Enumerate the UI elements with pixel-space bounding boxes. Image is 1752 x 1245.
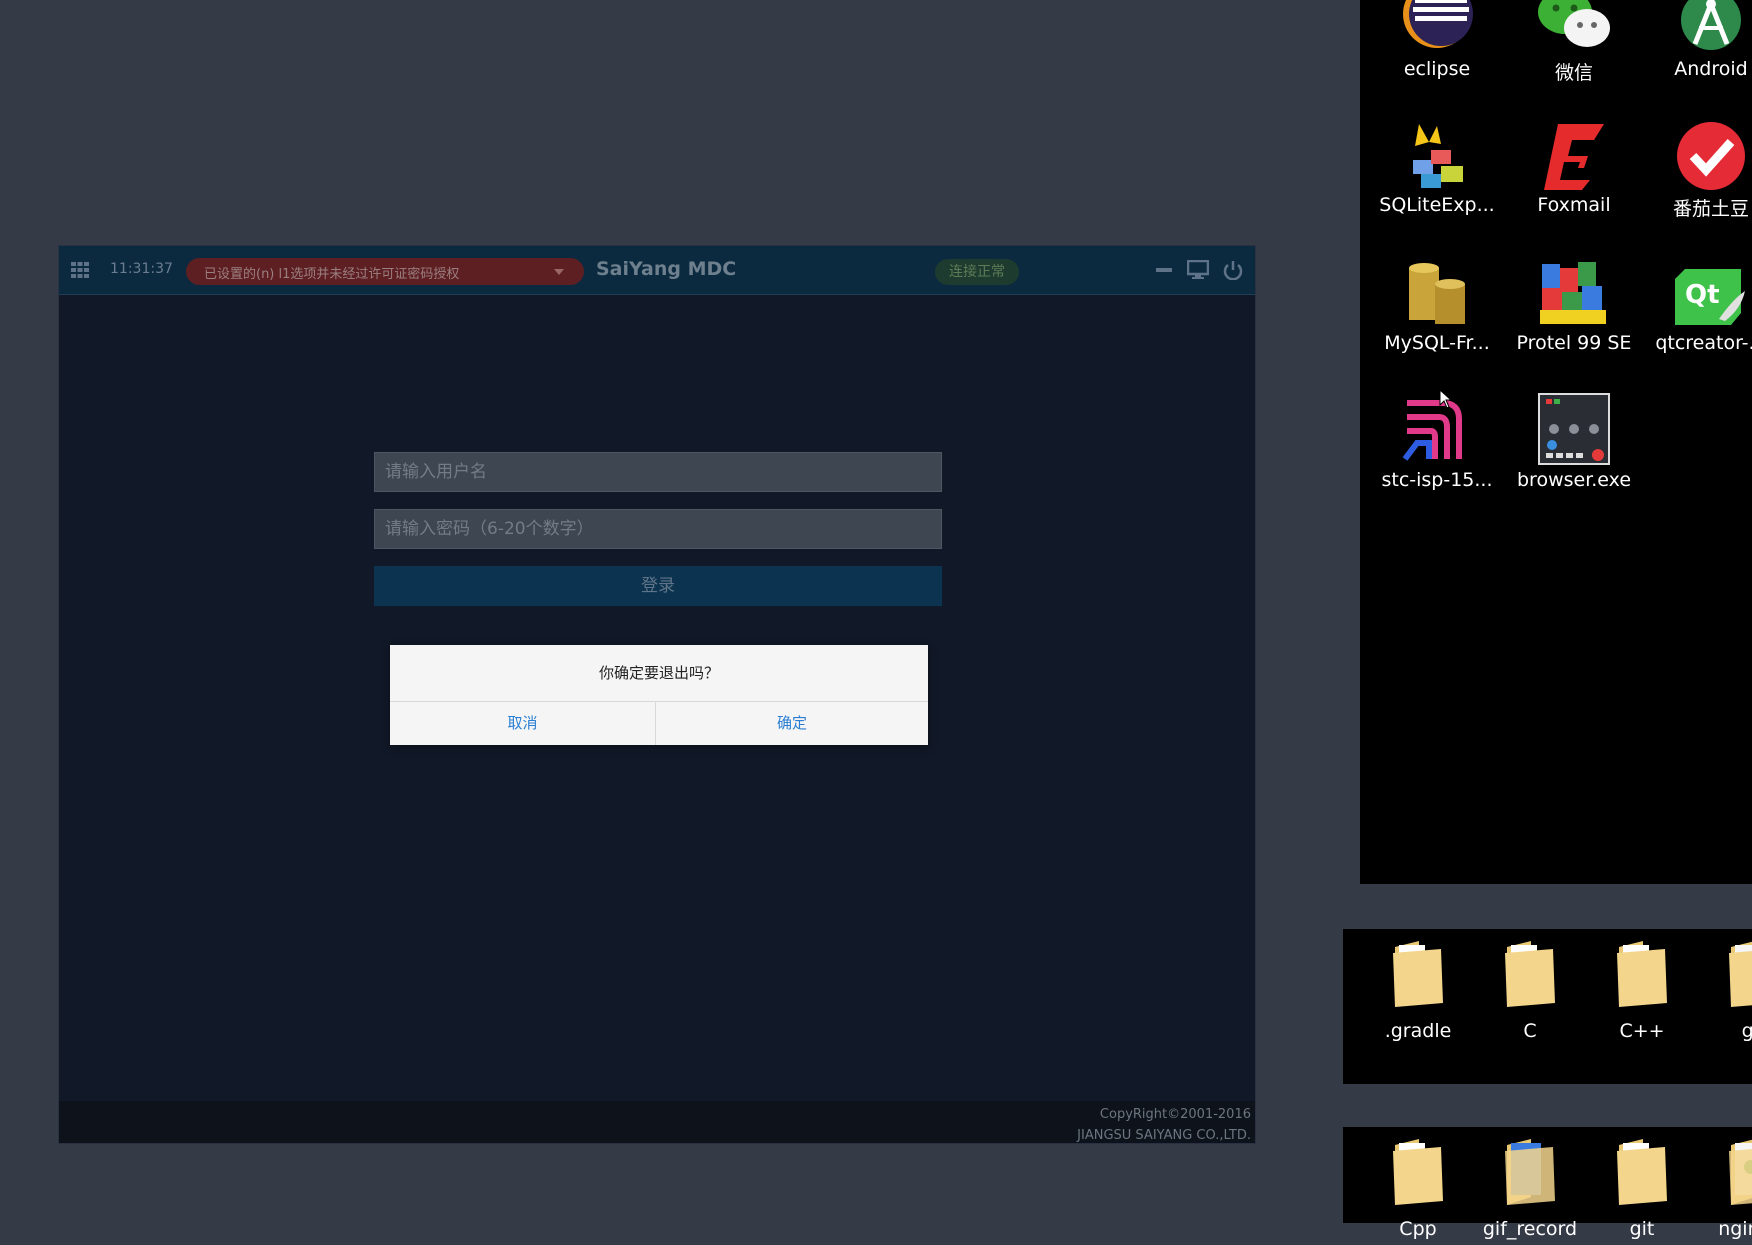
folder-icon	[1729, 941, 1752, 1007]
folder-icon	[1505, 1139, 1555, 1205]
titlebar: 11:31:37 已设置的(n) l1选项并未经过许可证密码授权 SaiYang…	[59, 246, 1255, 295]
license-alert-dropdown[interactable]: 已设置的(n) l1选项并未经过许可证密码授权	[186, 258, 584, 285]
svg-text:Qt: Qt	[1685, 280, 1720, 310]
eclipse-icon	[1403, 0, 1473, 48]
tomato-todo-icon	[1677, 122, 1745, 190]
confirm-button[interactable]: 确定	[656, 702, 928, 745]
connection-status-badge: 连接正常	[935, 259, 1019, 285]
desktop-apps-panel: eclipse 微信 Android SQLiteExp... Foxmail …	[1360, 0, 1752, 884]
desktop-icon-label: 番茄土豆	[1672, 198, 1749, 220]
monitor-icon[interactable]	[1187, 260, 1209, 280]
folder-git2[interactable]: git	[1587, 1135, 1697, 1245]
desktop-icon-label: 微信	[1554, 62, 1593, 84]
desktop-icon-label: MySQL-Fr...	[1384, 332, 1490, 354]
company-line: JIANGSU SAIYANG CO.,LTD.	[1077, 1128, 1251, 1143]
desktop-icon-sqliteexp[interactable]: SQLiteExp...	[1369, 118, 1505, 218]
desktop-icon-foxmail[interactable]: Foxmail	[1506, 118, 1642, 218]
browser-exe-icon	[1538, 393, 1610, 465]
folder-cpp[interactable]: C++	[1587, 937, 1697, 1047]
desktop-icon-label: stc-isp-15...	[1381, 469, 1493, 491]
desktop-icon-label: SQLiteExp...	[1379, 194, 1495, 216]
folder-icon	[1393, 941, 1443, 1007]
app-title: SaiYang MDC	[596, 258, 737, 280]
desktop-icon-eclipse[interactable]: eclipse	[1369, 0, 1505, 82]
folder-icon	[1617, 941, 1667, 1007]
desktop-icon-label: Foxmail	[1537, 194, 1611, 216]
folder-label: Cpp	[1399, 1218, 1437, 1240]
desktop-icon-mysql[interactable]: MySQL-Fr...	[1369, 255, 1505, 355]
app-window: 11:31:37 已设置的(n) l1选项并未经过许可证密码授权 SaiYang…	[58, 245, 1256, 1144]
wechat-icon	[1538, 0, 1610, 47]
exit-confirm-dialog: 你确定要退出吗？ 取消 确定	[390, 645, 928, 745]
desktop-icon-android[interactable]: Android	[1643, 0, 1752, 82]
desktop-icon-browser[interactable]: browser.exe	[1506, 393, 1642, 493]
desktop-icon-stcisp[interactable]: stc-isp-15...	[1369, 393, 1505, 493]
desktop-icon-label: Android	[1674, 58, 1748, 80]
folder-icon	[1617, 1139, 1667, 1205]
folder-label: C++	[1619, 1020, 1665, 1042]
android-studio-icon	[1681, 0, 1741, 50]
folder-gif-record[interactable]: gif_record	[1475, 1135, 1585, 1245]
folder-label: .gradle	[1384, 1020, 1452, 1042]
desktop-icon-qtcreator[interactable]: Qt qtcreator-...	[1643, 255, 1752, 355]
folder-label: C	[1523, 1020, 1537, 1042]
qt-creator-icon: Qt	[1675, 269, 1745, 325]
license-alert-text: 已设置的(n) l1选项并未经过许可证密码授权	[204, 267, 460, 282]
mysql-front-icon	[1409, 263, 1465, 324]
folder-c[interactable]: C	[1475, 937, 1585, 1047]
username-input[interactable]	[374, 452, 942, 492]
password-input[interactable]	[374, 509, 942, 549]
desktop-icon-wechat[interactable]: 微信	[1506, 0, 1642, 84]
folder-git[interactable]: git	[1699, 937, 1752, 1047]
folder-nginx[interactable]: nginx-1	[1699, 1135, 1752, 1245]
desktop-icon-protel[interactable]: Protel 99 SE	[1506, 255, 1642, 355]
login-button[interactable]: 登录	[374, 566, 942, 606]
folder-cpp2[interactable]: Cpp	[1363, 1135, 1473, 1245]
desktop-icon-label: qtcreator-...	[1655, 332, 1752, 354]
desktop-icon-label: eclipse	[1403, 58, 1471, 80]
clock: 11:31:37	[110, 261, 173, 277]
caret-down-icon	[554, 269, 564, 275]
mouse-cursor-icon	[1439, 389, 1453, 409]
desktop-icon-label: browser.exe	[1516, 469, 1632, 491]
folder-icon	[1393, 1139, 1443, 1205]
desktop-icon-label: Protel 99 SE	[1516, 332, 1632, 354]
grid-menu-icon[interactable]	[71, 262, 89, 278]
stc-isp-icon	[1402, 400, 1462, 461]
folder-label: nginx-1	[1718, 1218, 1752, 1240]
dialog-message: 你确定要退出吗？	[390, 645, 928, 702]
desktop-icon-tomato[interactable]: 番茄土豆	[1643, 118, 1752, 220]
protel-icon	[1540, 262, 1606, 324]
power-icon[interactable]	[1222, 260, 1244, 280]
folder-icon	[1505, 941, 1555, 1007]
cancel-button[interactable]: 取消	[390, 702, 656, 745]
copyright-line: CopyRight©2001-2016	[1099, 1107, 1251, 1122]
desktop-folders-row2: Cpp gif_record git nginx-1	[1343, 1127, 1752, 1240]
folder-label: git	[1741, 1020, 1752, 1042]
footer: CopyRight©2001-2016 JIANGSU SAIYANG CO.,…	[59, 1101, 1255, 1143]
foxmail-icon	[1544, 124, 1604, 190]
sqlite-expert-icon	[1413, 124, 1463, 188]
folder-icon	[1729, 1139, 1752, 1205]
folder-gradle[interactable]: .gradle	[1363, 937, 1473, 1047]
minimize-icon[interactable]	[1153, 260, 1175, 280]
folder-label: git	[1629, 1218, 1655, 1240]
desktop-folders-row1: .gradle C C++ git	[1343, 929, 1752, 1084]
folder-label: gif_record	[1482, 1218, 1578, 1240]
